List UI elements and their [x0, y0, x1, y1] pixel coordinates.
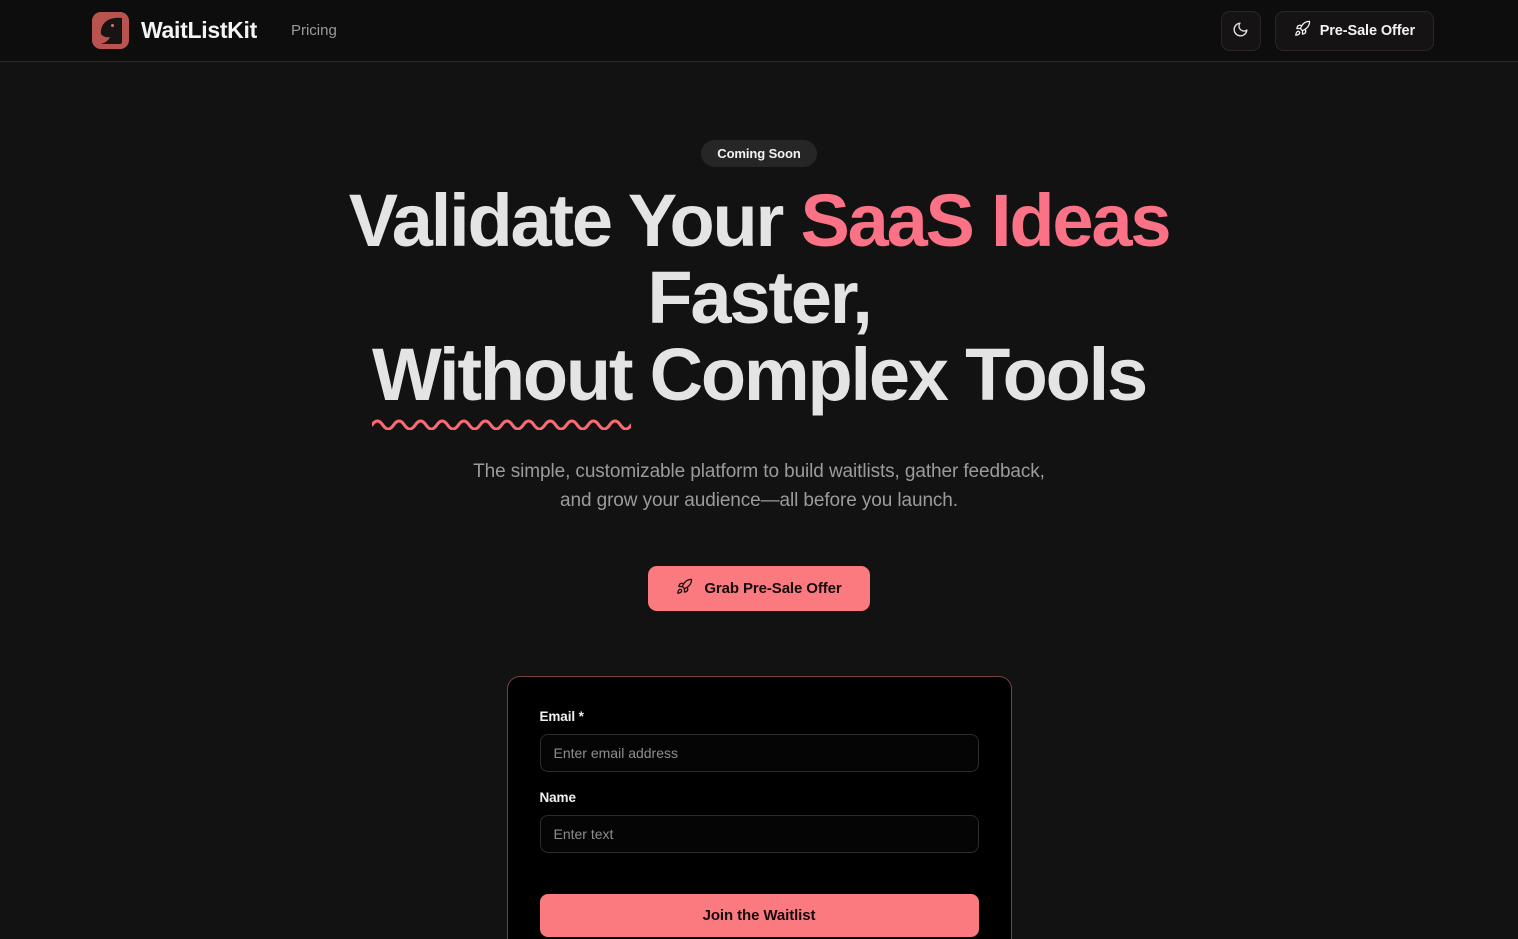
presale-offer-button[interactable]: Pre-Sale Offer	[1274, 10, 1434, 51]
coming-soon-badge: Coming Soon	[701, 140, 817, 167]
brand-name: WaitListKit	[141, 17, 257, 43]
headline-accent: SaaS Ideas	[800, 179, 1171, 262]
email-field-group: Email *	[539, 708, 979, 772]
site-header: WaitListKit Pricing Pre-Sale Offer	[0, 0, 1518, 62]
hero-section: Coming Soon Validate Your SaaS Ideas Fas…	[0, 62, 1518, 939]
header-actions: Pre-Sale Offer	[1220, 10, 1434, 51]
headline-underlined-wrap: Without	[372, 336, 633, 430]
rocket-icon	[1294, 20, 1311, 41]
headline-part-2: Faster,	[647, 255, 872, 339]
name-field-group: Name	[539, 789, 979, 853]
email-field-label: Email *	[539, 708, 584, 724]
grab-presale-offer-label: Grab Pre-Sale Offer	[704, 579, 842, 597]
nav-item-pricing[interactable]: Pricing	[291, 22, 337, 39]
email-input[interactable]	[539, 733, 979, 772]
hawk-logo-icon	[92, 12, 129, 49]
name-field-label: Name	[539, 789, 576, 805]
rocket-icon	[676, 578, 693, 599]
join-waitlist-button[interactable]: Join the Waitlist	[539, 893, 979, 937]
headline-underlined: Without	[372, 332, 633, 416]
main-nav: Pricing	[291, 22, 337, 39]
brand-logo-link[interactable]: WaitListKit	[92, 12, 257, 49]
headline-part-1: Validate Your	[348, 179, 801, 262]
headline-part-3: Complex Tools	[631, 332, 1149, 416]
waitlist-form-card: Email * Name Join the Waitlist	[506, 675, 1012, 939]
name-input[interactable]	[539, 814, 979, 853]
grab-presale-offer-button[interactable]: Grab Pre-Sale Offer	[648, 565, 870, 611]
theme-toggle-button[interactable]	[1220, 10, 1261, 51]
presale-offer-label: Pre-Sale Offer	[1319, 22, 1415, 39]
squiggle-underline-icon	[372, 419, 632, 430]
hero-subtitle: The simple, customizable platform to bui…	[473, 460, 1045, 511]
page-title: Validate Your SaaS Ideas Faster, Without…	[239, 182, 1279, 430]
moon-icon	[1232, 21, 1249, 41]
